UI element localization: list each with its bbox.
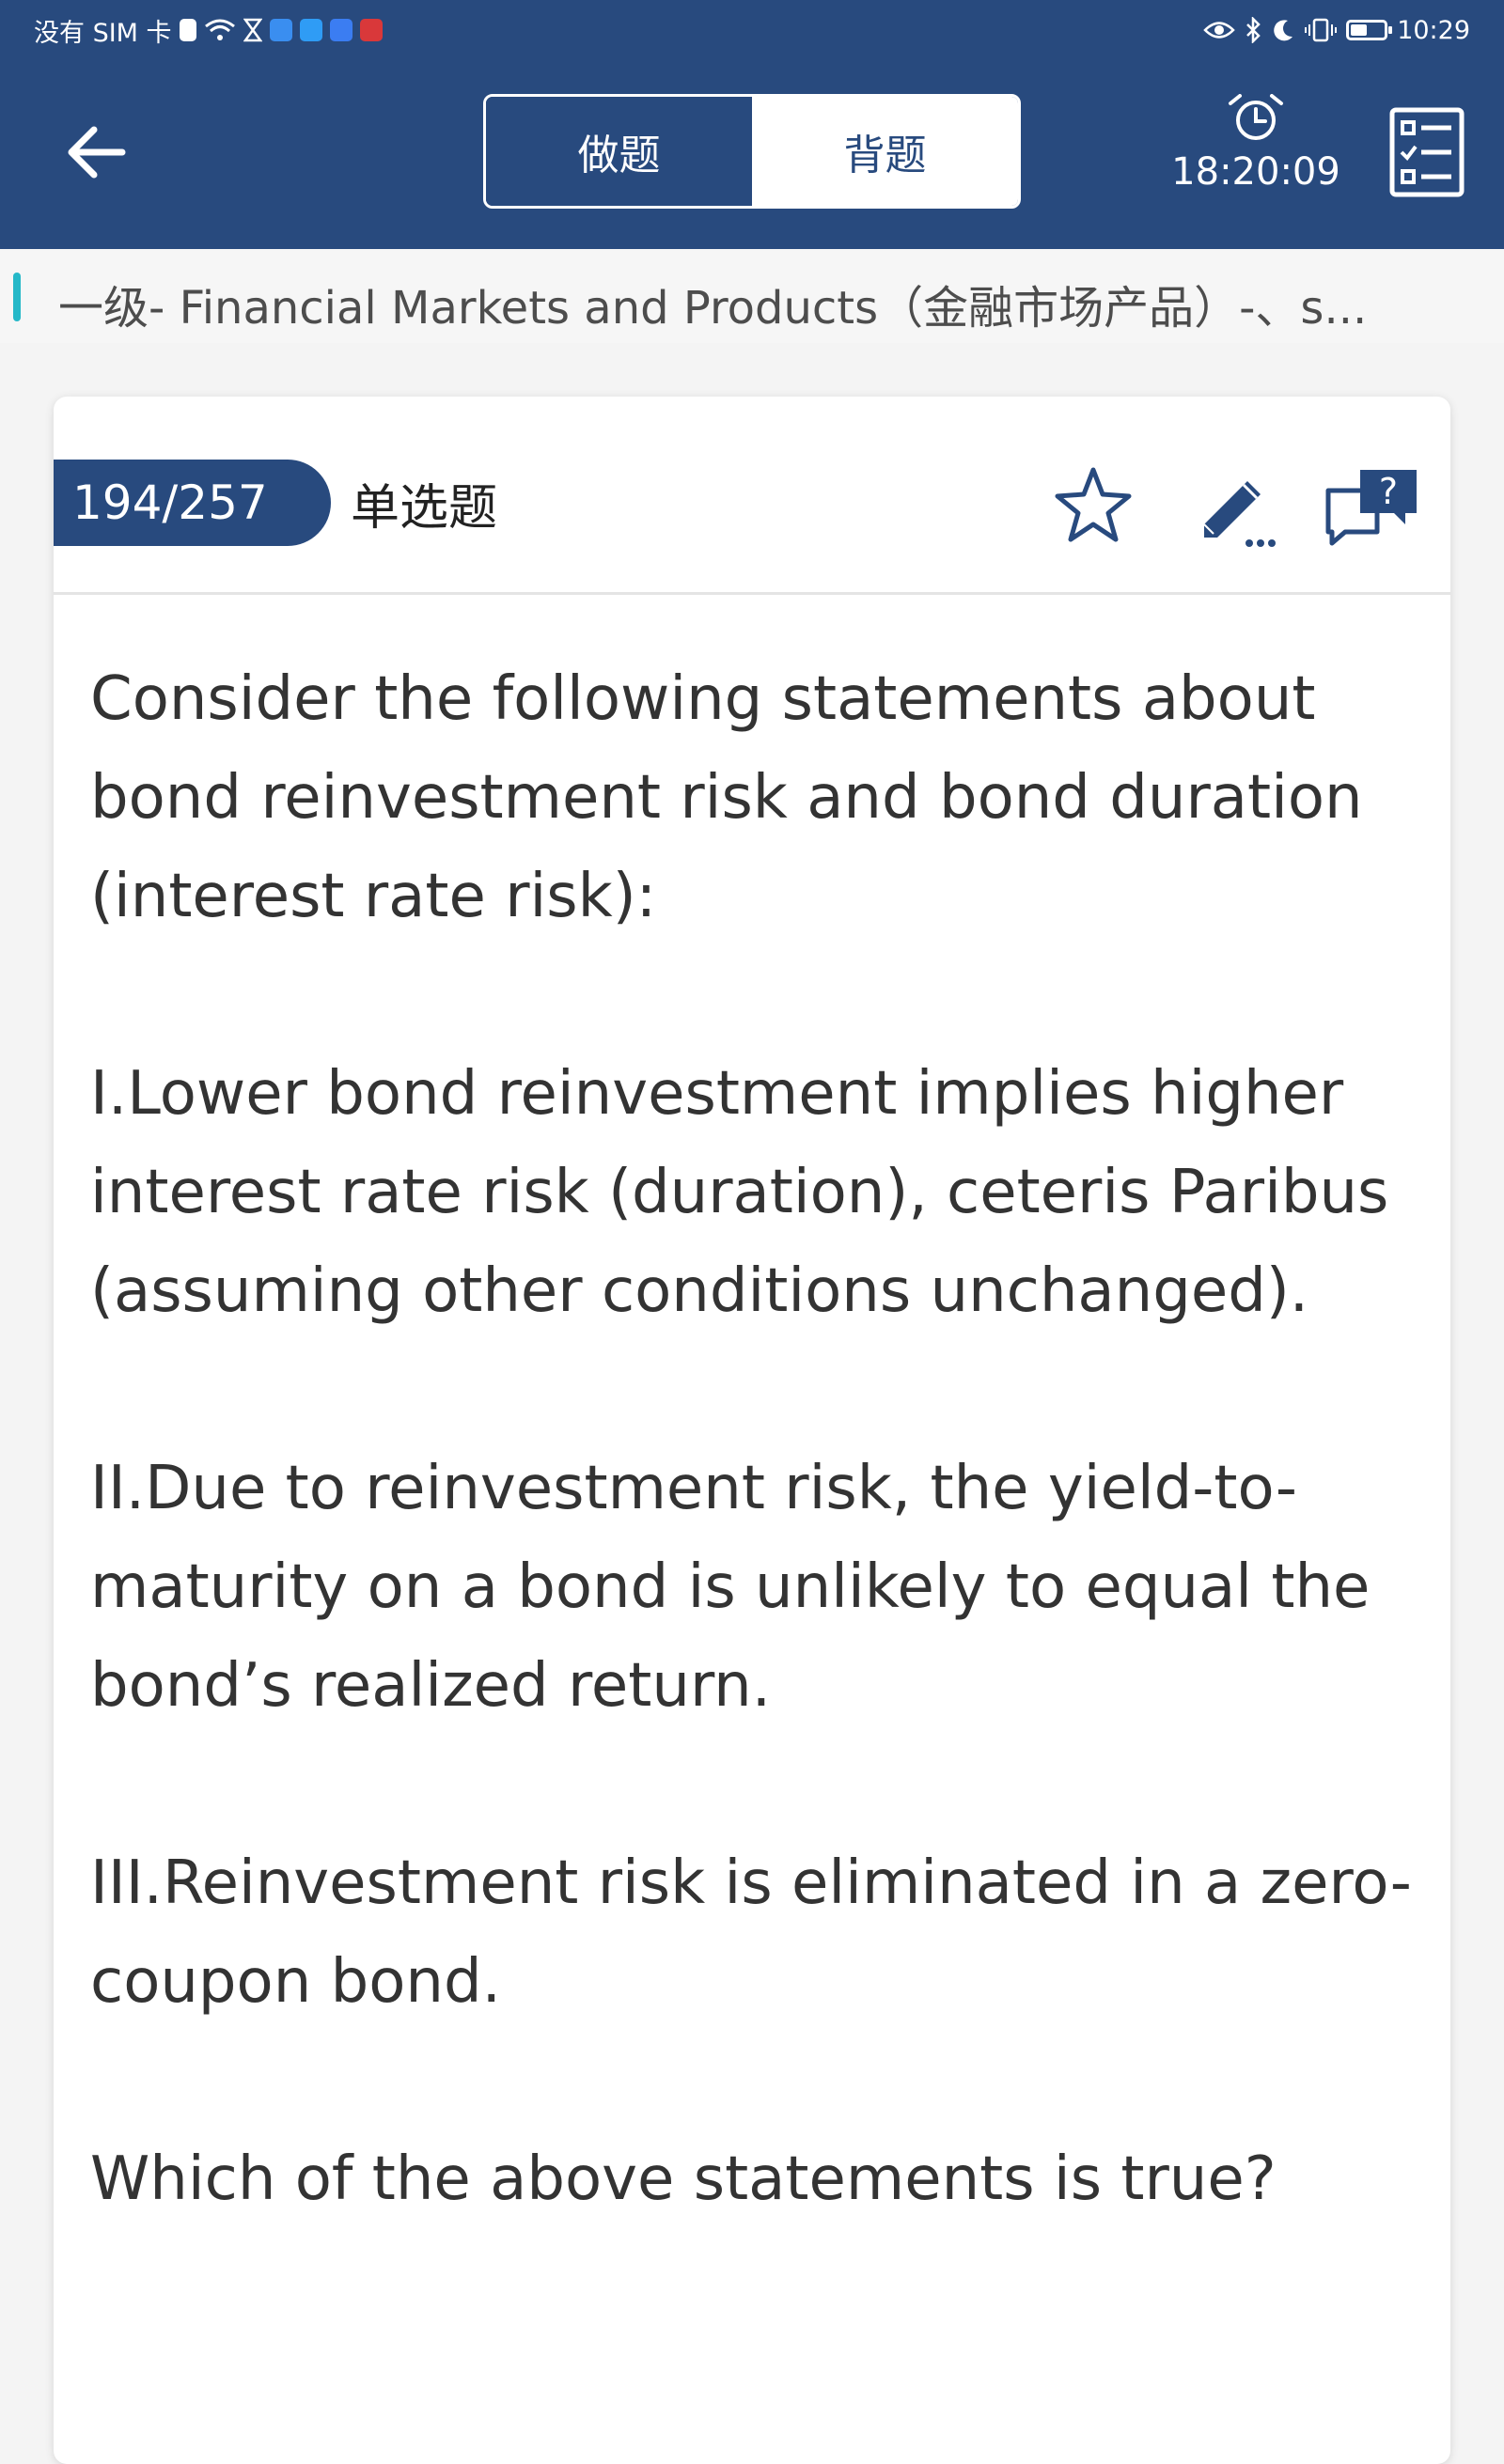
answer-sheet-icon	[1389, 107, 1465, 197]
battery-icon	[1346, 20, 1393, 40]
question-prompt: Which of the above statements is true?	[90, 2144, 1277, 2214]
carrier-text: 没有 SIM 卡	[34, 18, 172, 48]
tab-memorize[interactable]: 背题	[752, 97, 1018, 206]
answer-sheet-button[interactable]	[1389, 107, 1465, 197]
status-left: 没有 SIM 卡	[34, 13, 383, 48]
statement-3: III.Reinvestment risk is eliminated in a…	[90, 1848, 1412, 2017]
note-button[interactable]	[1191, 462, 1277, 549]
moon-icon	[1274, 20, 1293, 41]
wifi-icon	[204, 19, 235, 40]
question-feedback-icon: ?	[1325, 470, 1417, 546]
question-type: 单选题	[351, 480, 498, 537]
bluetooth-icon	[1246, 17, 1261, 43]
eye-icon	[1203, 22, 1235, 39]
breadcrumb: 一级- Financial Markets and Products（金融市场产…	[58, 282, 1368, 335]
question-progress: 194/257	[54, 460, 331, 546]
question-card-header: 194/257 单选题 ?	[54, 397, 1450, 595]
mode-toggle: 做题 背题	[483, 94, 1021, 209]
huawei-app-icon	[359, 19, 383, 41]
back-arrow-icon	[68, 126, 126, 179]
app-header: 没有 SIM 卡 10:29 做题 背题 18:20:09	[0, 0, 1504, 249]
vibrate-icon	[1305, 18, 1338, 42]
svg-text:?: ?	[1379, 471, 1398, 512]
sim-alert-icon	[179, 19, 196, 41]
timer-text: 18:20:09	[1171, 150, 1340, 194]
tab-practice[interactable]: 做题	[486, 97, 752, 206]
statement-2: II.Due to reinvestment risk, the yield-t…	[90, 1454, 1371, 1721]
star-icon	[1055, 467, 1132, 542]
pencil-note-icon	[1203, 481, 1276, 547]
timer[interactable]: 18:20:09	[1152, 94, 1359, 207]
question-card: 194/257 单选题 ? Consider the following sta…	[54, 397, 1450, 2464]
clock-text: 10:29	[1397, 15, 1470, 45]
shield-app-icon	[269, 19, 292, 41]
status-right: 10:29	[1203, 13, 1470, 47]
back-button[interactable]	[58, 122, 133, 182]
favorite-button[interactable]	[1050, 462, 1136, 549]
breadcrumb-accent	[13, 273, 21, 321]
feedback-button[interactable]: ?	[1323, 462, 1426, 549]
question-body: Consider the following statements about …	[90, 650, 1425, 2328]
status-bar: 没有 SIM 卡 10:29	[0, 0, 1504, 58]
alarm-clock-icon	[1229, 94, 1283, 140]
search-app-icon	[299, 19, 322, 41]
statement-1: I.Lower bond reinvestment implies higher…	[90, 1059, 1389, 1326]
hourglass-icon	[243, 18, 262, 42]
bulb-app-icon	[329, 19, 352, 41]
question-stem: Consider the following statements about …	[90, 664, 1363, 931]
